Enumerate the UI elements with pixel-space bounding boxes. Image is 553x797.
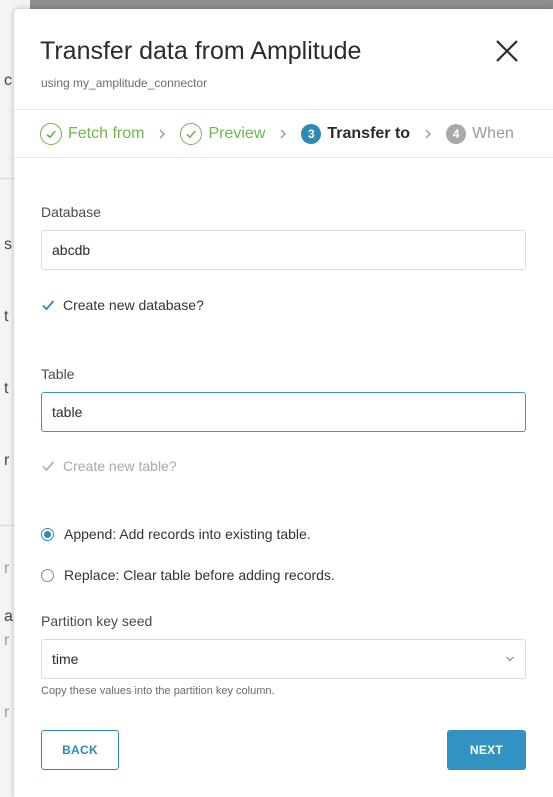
partition-key-label: Partition key seed bbox=[41, 613, 153, 629]
database-label: Database bbox=[41, 204, 101, 220]
header-divider bbox=[14, 109, 553, 110]
transfer-dialog: Transfer data from Amplitude using my_am… bbox=[14, 9, 553, 797]
create-database-label: Create new database? bbox=[63, 297, 204, 313]
partition-key-select[interactable]: time bbox=[41, 639, 526, 679]
step-label: Transfer to bbox=[327, 125, 411, 142]
step-preview[interactable]: Preview bbox=[180, 123, 265, 145]
step-when[interactable]: 4 When bbox=[446, 124, 514, 144]
replace-radio-option[interactable]: Replace: Clear table before adding recor… bbox=[41, 567, 335, 583]
append-radio-option[interactable]: Append: Add records into existing table. bbox=[41, 526, 311, 542]
next-button[interactable]: NEXT bbox=[447, 730, 526, 770]
create-table-label: Create new table? bbox=[63, 458, 177, 474]
background-text: s bbox=[4, 236, 12, 253]
step-number-badge: 3 bbox=[301, 124, 322, 144]
background-text: r bbox=[4, 452, 10, 469]
append-label: Append: Add records into existing table. bbox=[64, 526, 311, 542]
step-number-badge: 4 bbox=[446, 124, 467, 144]
background-text: a bbox=[4, 608, 13, 625]
background-text: c bbox=[4, 72, 12, 89]
chevron-right-icon bbox=[155, 127, 169, 141]
dialog-subtitle: using my_amplitude_connector bbox=[41, 76, 208, 90]
background-text: r bbox=[4, 560, 10, 577]
radio-unselected-icon bbox=[41, 568, 54, 582]
check-circle-icon bbox=[40, 123, 62, 145]
close-icon bbox=[496, 40, 518, 62]
background-text: t bbox=[4, 308, 9, 325]
partition-key-helper: Copy these values into the partition key… bbox=[41, 685, 275, 697]
replace-label: Replace: Clear table before adding recor… bbox=[64, 567, 335, 583]
create-table-checkbox[interactable]: Create new table? bbox=[41, 458, 177, 474]
step-label: When bbox=[472, 125, 514, 142]
radio-selected-icon bbox=[41, 527, 54, 541]
checkmark-icon bbox=[41, 298, 55, 312]
chevron-right-icon bbox=[276, 127, 290, 141]
partition-key-value: time bbox=[52, 651, 79, 667]
create-database-checkbox[interactable]: Create new database? bbox=[41, 297, 204, 313]
table-label: Table bbox=[41, 366, 75, 382]
step-fetch-from[interactable]: Fetch from bbox=[40, 123, 144, 145]
stepper-divider bbox=[14, 157, 553, 158]
table-input[interactable] bbox=[41, 392, 526, 432]
stepper: Fetch from Preview 3 Transfer to 4 When bbox=[40, 121, 514, 147]
database-input[interactable] bbox=[41, 230, 526, 270]
background-text: t bbox=[4, 380, 9, 397]
close-button[interactable] bbox=[493, 37, 521, 65]
checkmark-icon bbox=[41, 459, 55, 473]
step-label: Preview bbox=[208, 125, 266, 142]
chevron-right-icon bbox=[421, 127, 435, 141]
step-label: Fetch from bbox=[68, 125, 145, 142]
check-circle-icon bbox=[180, 123, 203, 145]
dialog-title: Transfer data from Amplitude bbox=[40, 37, 362, 65]
background-text: r bbox=[4, 632, 10, 649]
back-button[interactable]: BACK bbox=[41, 730, 119, 770]
chevron-down-icon bbox=[506, 656, 514, 662]
step-transfer-to[interactable]: 3 Transfer to bbox=[301, 124, 410, 144]
background-text: r bbox=[4, 704, 10, 721]
